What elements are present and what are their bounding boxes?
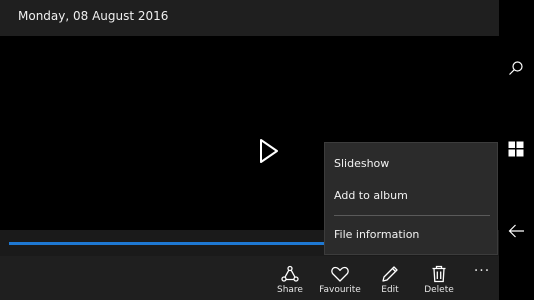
delete-button[interactable]: Delete [414, 256, 464, 300]
play-icon [260, 139, 278, 163]
edit-button[interactable]: Edit [365, 256, 415, 300]
header-bar: Monday, 08 August 2016 [0, 0, 499, 36]
menu-item-label: Add to album [334, 189, 408, 202]
overflow-menu: Slideshow Add to album File information [324, 142, 498, 255]
search-icon [509, 61, 523, 75]
windows-start-button[interactable] [499, 129, 534, 169]
windows-start-icon [508, 141, 524, 157]
photos-app-screen: Monday, 08 August 2016 Share Favourite E… [0, 0, 534, 300]
heart-icon [331, 266, 349, 282]
back-button[interactable] [499, 211, 534, 251]
share-label: Share [277, 285, 303, 295]
favourite-button[interactable]: Favourite [315, 256, 365, 300]
menu-item-label: File information [334, 228, 420, 241]
share-button[interactable]: Share [265, 256, 315, 300]
seek-bar-progress [9, 242, 331, 245]
more-options-button[interactable]: ··· [470, 256, 494, 286]
pencil-icon [382, 266, 398, 282]
menu-item-add-to-album[interactable]: Add to album [325, 182, 497, 210]
command-bar: Share Favourite Edit Delete ··· [0, 256, 499, 300]
delete-label: Delete [424, 285, 454, 295]
trash-icon [432, 265, 446, 283]
share-icon [281, 265, 299, 282]
menu-separator [334, 215, 490, 216]
search-button[interactable] [499, 48, 534, 88]
menu-item-label: Slideshow [334, 157, 390, 170]
favourite-label: Favourite [319, 285, 361, 295]
menu-item-file-information[interactable]: File information [325, 221, 497, 249]
back-arrow-icon [508, 224, 524, 238]
system-nav-bar [499, 0, 534, 300]
photo-date: Monday, 08 August 2016 [18, 9, 169, 23]
play-button[interactable] [257, 138, 281, 164]
menu-item-slideshow[interactable]: Slideshow [325, 150, 497, 178]
edit-label: Edit [381, 285, 399, 295]
